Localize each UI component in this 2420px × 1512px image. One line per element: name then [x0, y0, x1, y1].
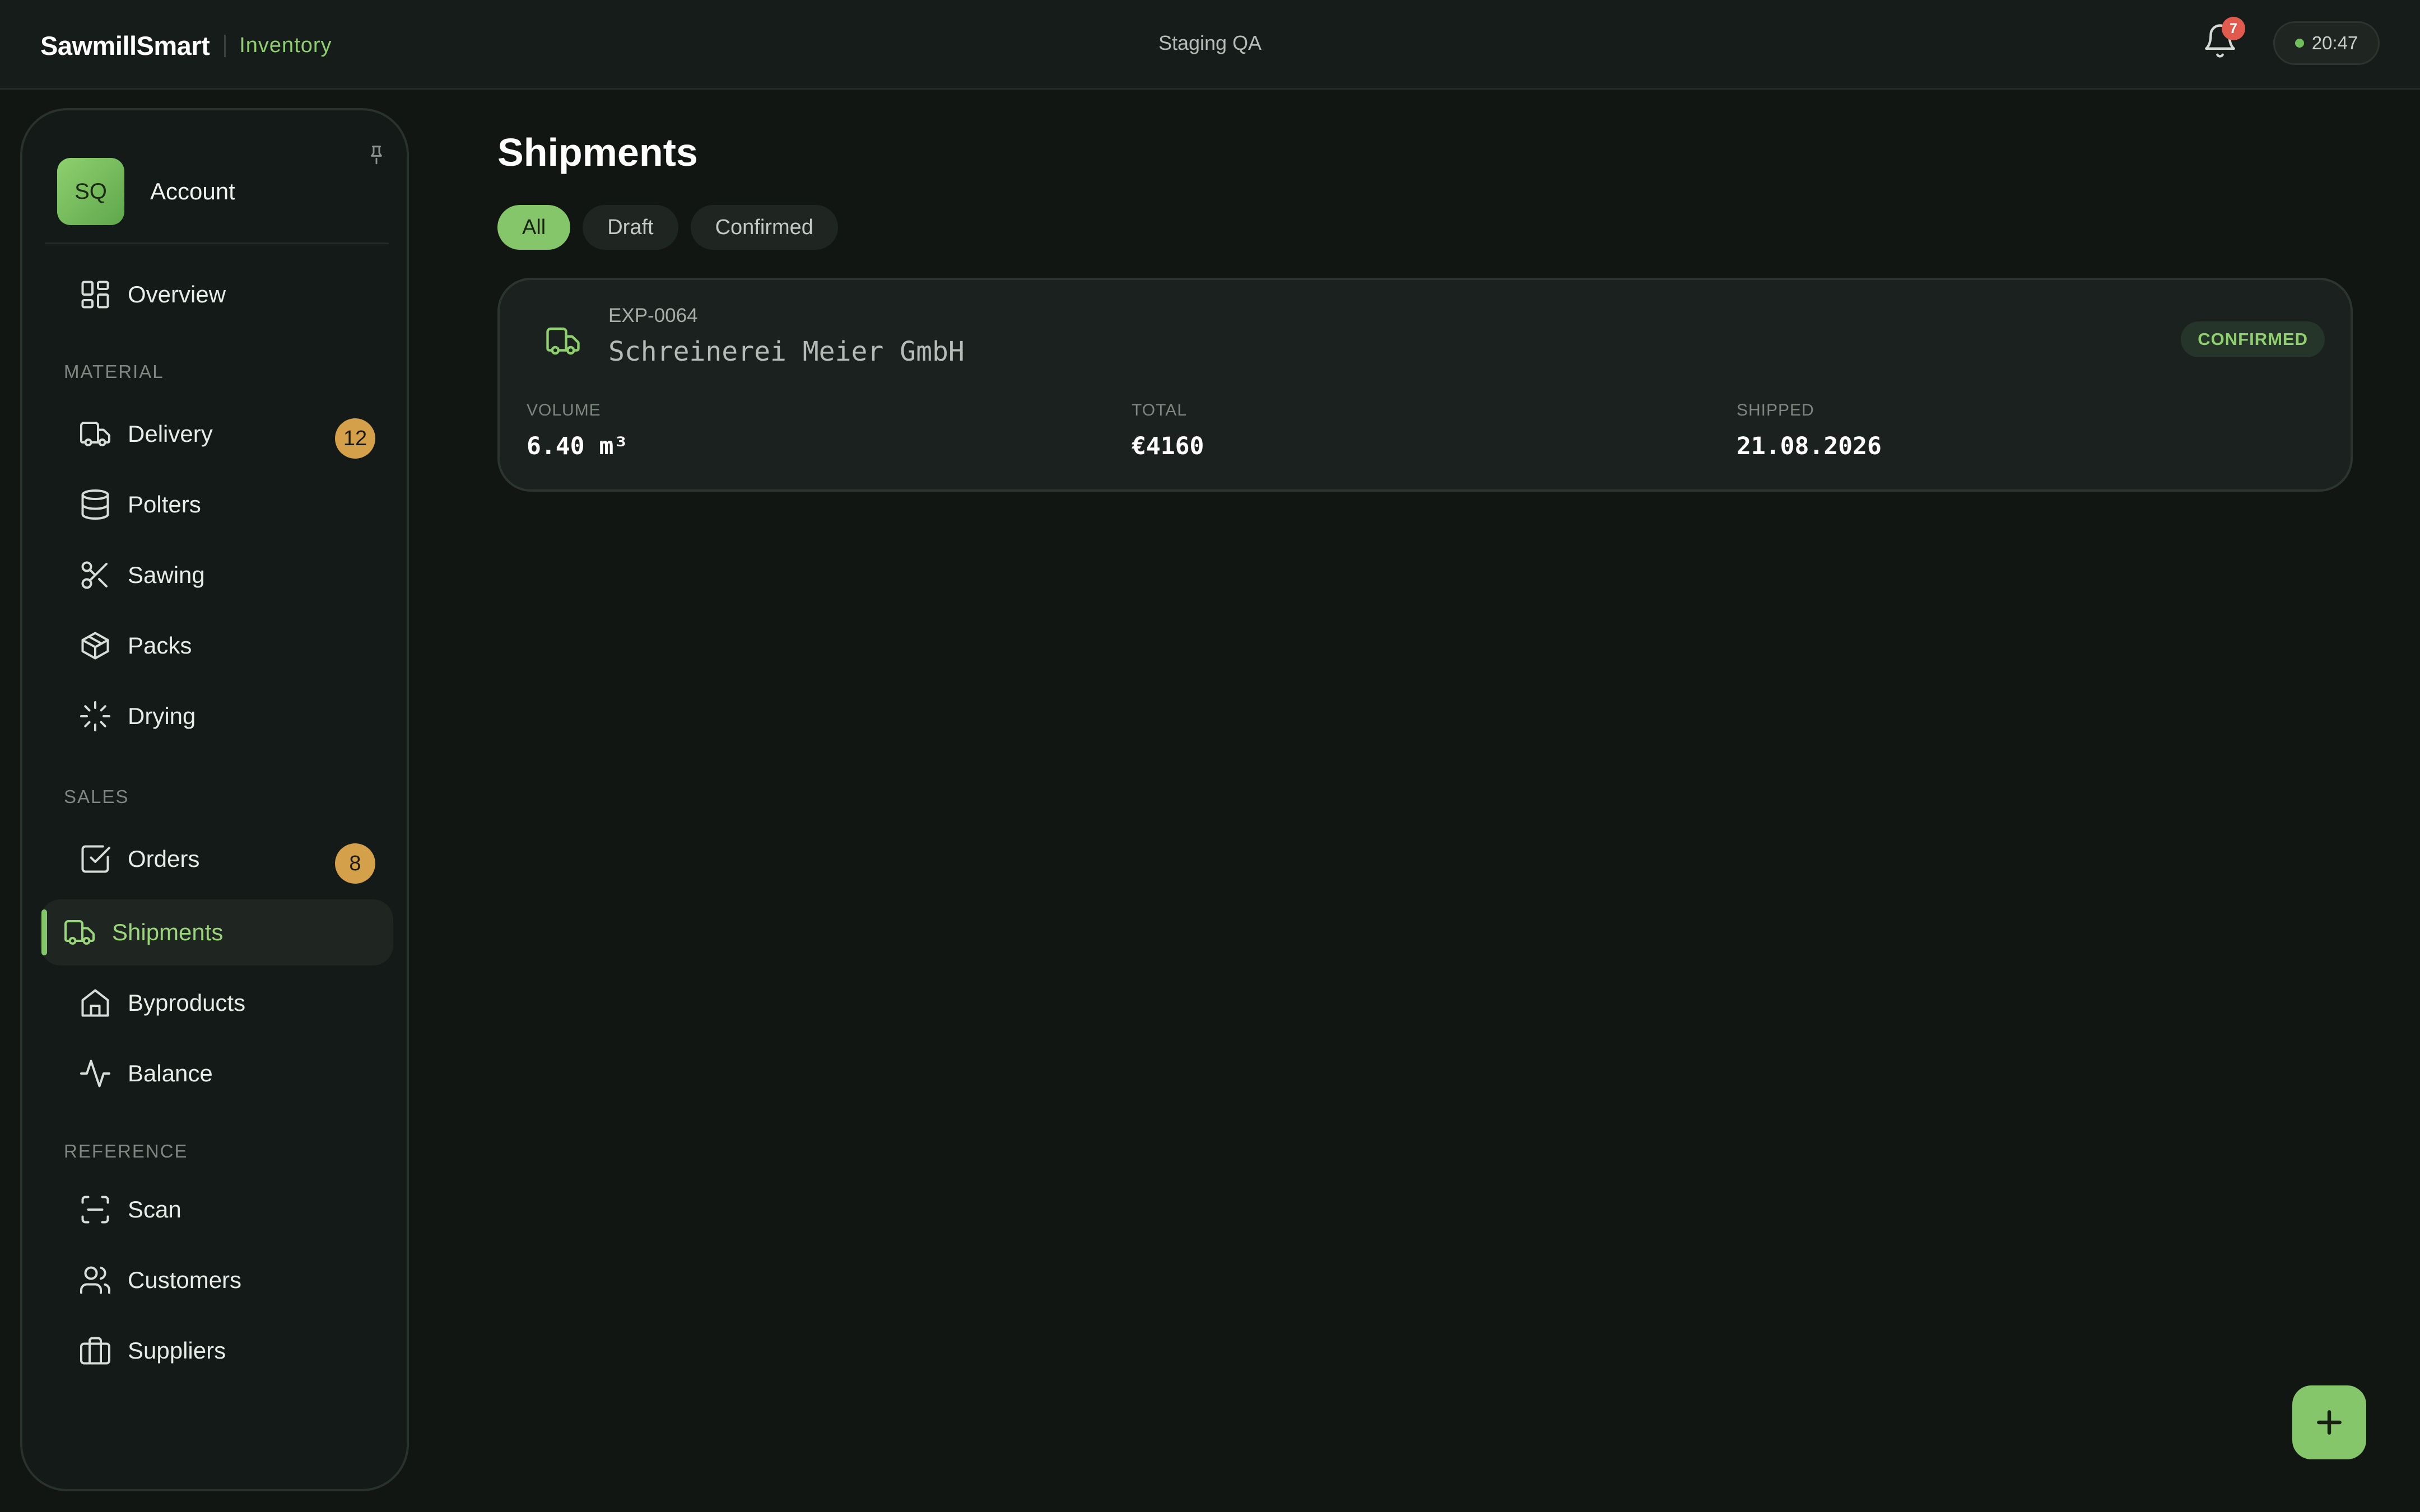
filter-draft[interactable]: Draft [583, 205, 678, 250]
sidebar-item-label: Overview [128, 281, 226, 307]
truck-icon [78, 417, 112, 451]
shipment-card[interactable]: EXP-0064 Schreinerei Meier GmbH CONFIRME… [497, 278, 2353, 492]
filter-confirmed[interactable]: Confirmed [690, 205, 838, 250]
scissors-icon [78, 558, 112, 592]
sidebar-item-label: Byproducts [128, 990, 246, 1016]
filter-all[interactable]: All [497, 205, 571, 250]
section-label-reference: REFERENCE [64, 1141, 188, 1161]
count-badge: 8 [335, 843, 375, 884]
sidebar-item-byproducts[interactable]: Byproducts [40, 970, 393, 1036]
top-bar: SawmillSmart Inventory Staging QA 7 20:4… [0, 0, 2420, 90]
grid-icon [78, 278, 112, 311]
sidebar-item-polters[interactable]: Polters [40, 472, 393, 538]
page-title: Shipments [497, 130, 698, 174]
stat-value-total: €4160 [1132, 432, 1204, 460]
sidebar-item-label: Orders [128, 846, 200, 872]
add-shipment-button[interactable] [2292, 1385, 2366, 1459]
account-label: Account [150, 178, 235, 204]
sidebar-item-label: Polters [128, 491, 201, 517]
loader-icon [78, 699, 112, 733]
briefcase-icon [78, 1334, 112, 1368]
clock-time: 20:47 [2311, 32, 2358, 53]
database-icon [78, 488, 112, 521]
divider [45, 242, 389, 244]
check-square-icon [78, 842, 112, 876]
sidebar-item-label: Delivery [128, 421, 213, 447]
count-badge: 12 [335, 418, 375, 459]
account-button[interactable]: SQ Account [57, 158, 235, 225]
truck-icon [63, 916, 96, 949]
activity-icon [78, 1057, 112, 1090]
sidebar-item-shipments[interactable]: Shipments [40, 899, 393, 965]
sidebar-item-label: Shipments [112, 919, 224, 945]
environment-label: Staging QA [1158, 31, 1262, 54]
sidebar-item-sawing[interactable]: Sawing [40, 542, 393, 608]
stat-label-shipped: SHIPPED [1737, 401, 1814, 419]
shipment-id: EXP-0064 [608, 305, 698, 326]
sidebar-item-drying[interactable]: Drying [40, 683, 393, 749]
sidebar-item-label: Drying [128, 703, 196, 729]
sidebar-item-balance[interactable]: Balance [40, 1040, 393, 1107]
sidebar-item-label: Suppliers [128, 1337, 226, 1364]
sidebar-item-label: Sawing [128, 562, 205, 588]
section-label-sales: SALES [64, 786, 129, 807]
sidebar: SQ Account Overview MATERIAL Delivery 12… [20, 108, 409, 1491]
brand[interactable]: SawmillSmart Inventory [40, 30, 332, 61]
status-dot [2295, 39, 2304, 48]
section-label-material: MATERIAL [64, 361, 164, 382]
sidebar-item-delivery[interactable]: Delivery 12 [40, 401, 393, 467]
app-section: Inventory [239, 34, 332, 57]
stat-label-total: TOTAL [1132, 401, 1187, 419]
plus-icon [2317, 1410, 2342, 1435]
sidebar-item-label: Customers [128, 1267, 242, 1293]
clock-pill: 20:47 [2273, 21, 2380, 65]
avatar: SQ [57, 158, 124, 225]
sidebar-item-label: Scan [128, 1196, 182, 1222]
stat-value-shipped: 21.08.2026 [1737, 432, 1882, 460]
shipment-customer: Schreinerei Meier GmbH [608, 336, 965, 367]
active-indicator [41, 909, 47, 955]
sidebar-item-suppliers[interactable]: Suppliers [40, 1318, 393, 1384]
sidebar-item-label: Balance [128, 1060, 213, 1086]
sidebar-item-scan[interactable]: Scan [40, 1177, 393, 1243]
sidebar-item-label: Packs [128, 632, 192, 659]
users-icon [78, 1263, 112, 1297]
home-icon [78, 986, 112, 1020]
stat-label-volume: VOLUME [527, 401, 601, 419]
sidebar-item-customers[interactable]: Customers [40, 1247, 393, 1313]
brand-divider [224, 34, 226, 57]
status-badge: CONFIRMED [2181, 321, 2325, 357]
sidebar-item-orders[interactable]: Orders 8 [40, 826, 393, 892]
pin-icon[interactable] [365, 143, 388, 165]
scan-icon [78, 1193, 112, 1226]
sidebar-item-packs[interactable]: Packs [40, 613, 393, 679]
app-name: SawmillSmart [40, 31, 210, 60]
sidebar-item-overview[interactable]: Overview [40, 262, 393, 328]
notification-badge: 7 [2222, 17, 2245, 40]
truck-icon [544, 323, 581, 360]
filter-chips: All Draft Confirmed [497, 205, 838, 250]
stat-value-volume: 6.40 m³ [527, 432, 629, 460]
box-icon [78, 629, 112, 662]
